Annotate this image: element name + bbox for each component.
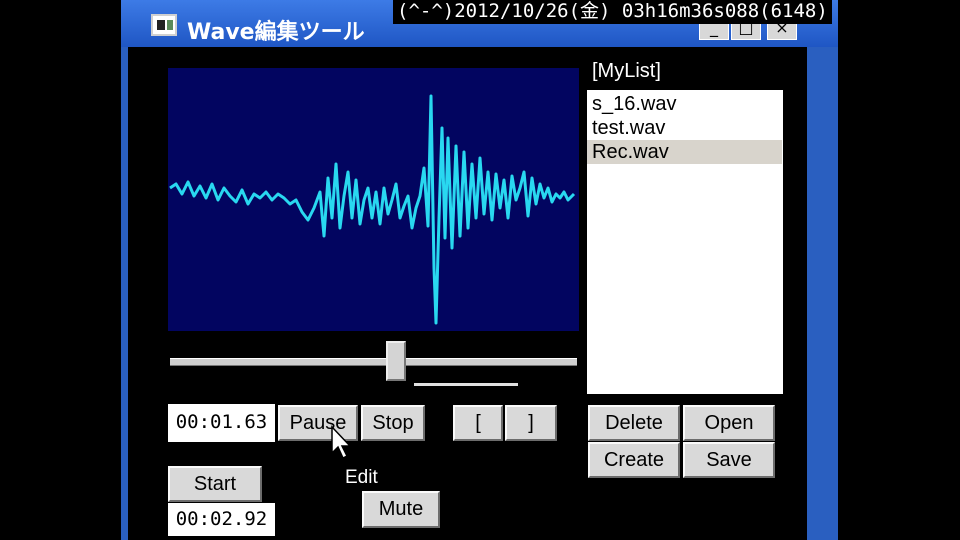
file-list[interactable]: s_16.wav test.wav Rec.wav [587,90,783,394]
current-time-display: 00:01.63 [168,404,275,442]
open-button[interactable]: Open [683,405,775,441]
list-item-selected[interactable]: Rec.wav [587,140,782,164]
delete-button[interactable]: Delete [588,405,680,441]
window-title: Wave編集ツール [187,20,365,45]
waveform-line [169,94,576,325]
mylist-label: [MyList] [592,60,661,82]
stop-button[interactable]: Stop [361,405,425,441]
timestamp-overlay: (^-^)2012/10/26(金) 03h16m36s088(6148) [393,0,832,24]
list-item[interactable]: s_16.wav [587,92,782,116]
position-slider-thumb[interactable] [386,341,406,381]
create-button[interactable]: Create [588,442,680,478]
mute-button[interactable]: Mute [362,491,440,528]
mark-in-button[interactable]: [ [453,405,503,441]
app-icon [151,14,177,36]
mouse-pointer-icon [331,425,352,460]
save-button[interactable]: Save [683,442,775,478]
waveform-display[interactable] [168,68,579,331]
start-button[interactable]: Start [168,466,262,502]
start-time-display: 00:02.92 [168,503,275,536]
waveform-graphic [169,94,576,325]
position-slider-track[interactable] [170,358,577,366]
list-item[interactable]: test.wav [587,116,782,140]
selection-range-bar [414,383,518,386]
mark-out-button[interactable]: ] [505,405,557,441]
edit-label: Edit [345,467,378,488]
